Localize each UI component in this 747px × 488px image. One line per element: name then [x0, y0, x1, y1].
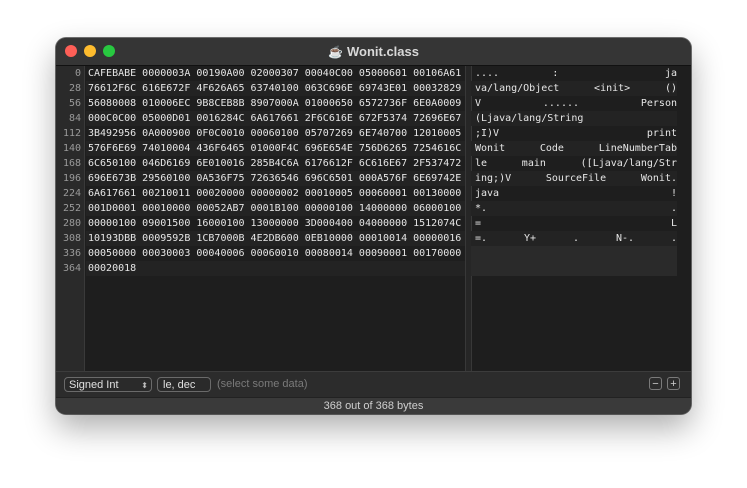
status-bar: 368 out of 368 bytes — [56, 397, 691, 414]
format-select[interactable]: le, dec — [157, 377, 211, 392]
plus-icon: + — [670, 378, 677, 390]
ascii-row[interactable] — [471, 261, 677, 276]
offset-label: 56 — [68, 98, 81, 109]
type-select[interactable]: Signed Int ⬍ — [64, 377, 152, 392]
byte-count: 368 out of 368 bytes — [323, 400, 424, 412]
offset-label: 140 — [62, 143, 81, 154]
offset-label: 252 — [62, 203, 81, 214]
ascii-row[interactable]: = L — [471, 216, 677, 231]
offset-label: 308 — [62, 233, 81, 244]
type-select-value: Signed Int — [69, 379, 119, 391]
hex-row[interactable]: 000C0C00 05000D01 0016284C 6A617661 2F6C… — [86, 111, 466, 126]
hex-row[interactable]: 76612F6C 616E672F 4F626A65 63740100 063C… — [86, 81, 466, 96]
format-select-value: le, dec — [163, 379, 196, 391]
title-bar: ☕ Wonit.class — [56, 38, 691, 66]
offset-label: 224 — [62, 188, 81, 199]
ascii-row[interactable]: ing;)V SourceFile Wonit. — [471, 171, 677, 186]
hex-editor-content: 0 28 56 84 112 140 168 196 224 252 280 308 336 364 CA… — [56, 66, 691, 371]
offset-label: 196 — [62, 173, 81, 184]
chevron-updown-icon: ⬍ — [141, 381, 148, 390]
ascii-row[interactable]: =. Y+ . N-. . — [471, 231, 677, 246]
offset-label: 168 — [62, 158, 81, 169]
offset-label: 336 — [62, 248, 81, 259]
hex-row[interactable]: 696E673B 29560100 0A536F75 72636546 696C… — [86, 171, 466, 186]
ascii-row[interactable]: (Ljava/lang/String — [471, 111, 677, 126]
hex-row[interactable]: 10193DBB 0009592B 1CB7000B 4E2DB600 0EB1… — [86, 231, 466, 246]
offset-gutter: 0 28 56 84 112 140 168 196 224 252 280 308 336 364 — [56, 66, 85, 371]
ascii-row[interactable]: ;I)V print — [471, 126, 677, 141]
offset-label: 364 — [62, 263, 81, 274]
ascii-pane[interactable]: .... : ja va/lang/Object <init> () V .....… — [471, 66, 691, 371]
offset-label: 0 — [74, 68, 81, 79]
add-button[interactable]: + — [667, 377, 680, 390]
hex-row[interactable]: 00050000 00030003 00040006 00060010 0008… — [86, 246, 466, 261]
hex-row[interactable]: 6A617661 00210011 00020000 00000002 0001… — [86, 186, 466, 201]
hex-row[interactable]: 00000100 09001500 16000100 13000000 3D00… — [86, 216, 466, 231]
hex-row[interactable]: CAFEBABE 0000003A 00190A00 02000307 0004… — [86, 66, 466, 81]
ascii-row[interactable]: Wonit Code LineNumberTab — [471, 141, 677, 156]
hex-row[interactable]: 576F6E69 74010004 436F6465 01000F4C 696E… — [86, 141, 466, 156]
ascii-row[interactable]: *. . — [471, 201, 677, 216]
ascii-row[interactable]: java ! — [471, 186, 677, 201]
ascii-row[interactable] — [471, 246, 677, 261]
offset-label: 84 — [68, 113, 81, 124]
ascii-row[interactable]: va/lang/Object <init> () — [471, 81, 677, 96]
app-window: ☕ Wonit.class 0 28 56 84 112 140 168 196 224 252 28… — [56, 38, 691, 414]
hex-pane[interactable]: CAFEBABE 0000003A 00190A00 02000307 0004… — [86, 66, 466, 371]
hex-row[interactable]: 00020018 — [86, 261, 466, 276]
offset-label: 112 — [62, 128, 81, 139]
hex-row[interactable]: 56080008 010006EC 9B8CEB8B 8907000A 0100… — [86, 96, 466, 111]
hex-row[interactable]: 001D0001 00010000 00052AB7 0001B100 0000… — [86, 201, 466, 216]
inspector-hint: (select some data) — [217, 378, 308, 390]
ascii-row[interactable]: .... : ja — [471, 66, 677, 81]
hex-row[interactable]: 3B492956 0A000900 0F0C0010 00060100 0570… — [86, 126, 466, 141]
coffee-cup-icon: ☕ — [328, 45, 343, 59]
offset-label: 280 — [62, 218, 81, 229]
hex-row[interactable]: 6C650100 046D6169 6E010016 285B4C6A 6176… — [86, 156, 466, 171]
ascii-row[interactable]: le main ([Ljava/lang/Str — [471, 156, 677, 171]
offset-label: 28 — [68, 83, 81, 94]
minus-icon: − — [652, 378, 659, 390]
remove-button[interactable]: − — [649, 377, 662, 390]
window-title-group: ☕ Wonit.class — [56, 44, 691, 59]
ascii-row[interactable]: V ...... Person — [471, 96, 677, 111]
data-inspector-bar: Signed Int ⬍ le, dec (select some data) … — [56, 371, 691, 398]
window-title: Wonit.class — [346, 44, 419, 59]
